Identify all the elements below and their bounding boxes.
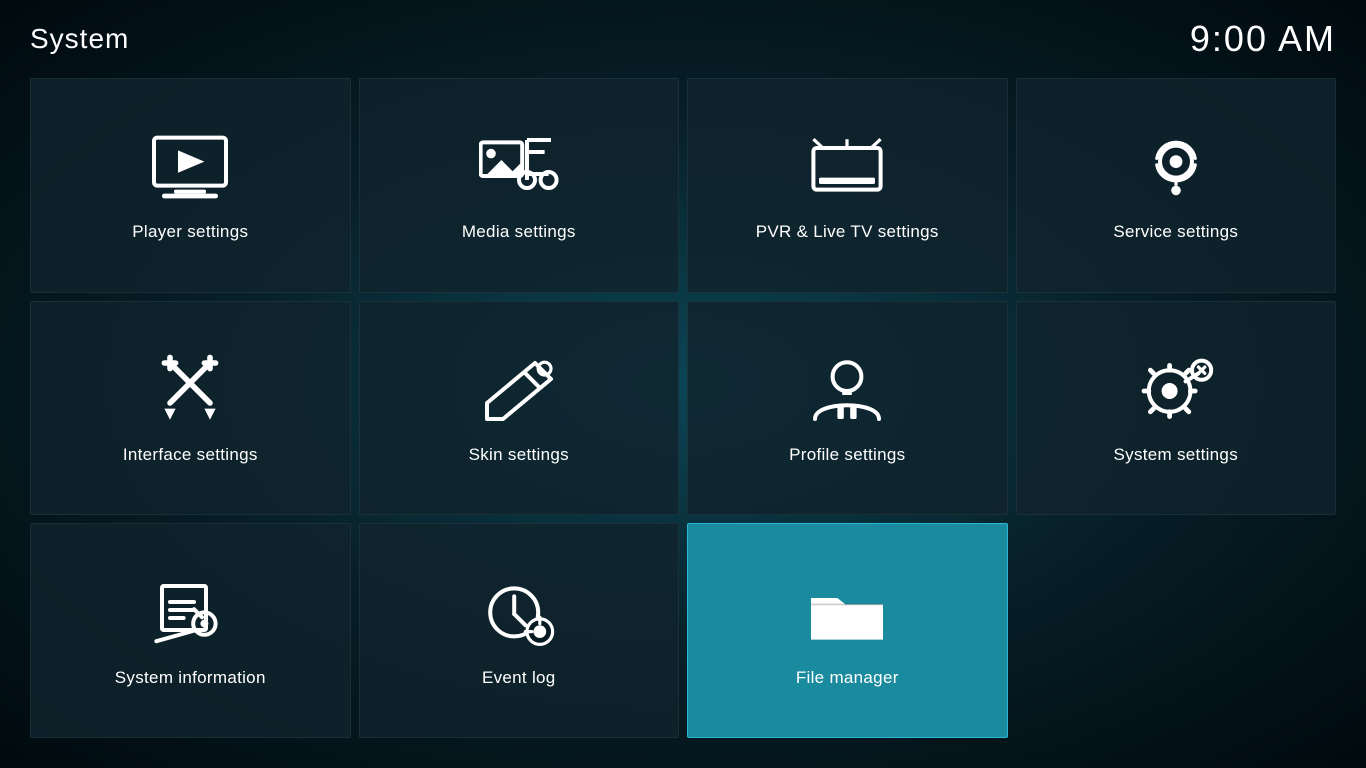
system-information[interactable]: System information: [30, 523, 351, 738]
skin-settings-label: Skin settings: [469, 445, 569, 465]
service-icon: [1136, 128, 1216, 208]
player-settings[interactable]: Player settings: [30, 78, 351, 293]
player-settings-label: Player settings: [132, 222, 248, 242]
service-settings[interactable]: Service settings: [1016, 78, 1337, 293]
media-icon: [479, 128, 559, 208]
eventlog-icon: [479, 574, 559, 654]
settings-grid: Player settings Media settings PVR & Liv…: [0, 70, 1366, 758]
interface-icon: [150, 351, 230, 431]
system-settings[interactable]: System settings: [1016, 301, 1337, 516]
filemanager-icon: [807, 574, 887, 654]
system-settings-label: System settings: [1114, 445, 1239, 465]
profile-icon: [807, 351, 887, 431]
interface-settings-label: Interface settings: [123, 445, 258, 465]
pvr-settings-label: PVR & Live TV settings: [756, 222, 939, 242]
skin-icon: [479, 351, 559, 431]
media-settings[interactable]: Media settings: [359, 78, 680, 293]
skin-settings[interactable]: Skin settings: [359, 301, 680, 516]
file-manager[interactable]: File manager: [687, 523, 1008, 738]
profile-settings[interactable]: Profile settings: [687, 301, 1008, 516]
pvr-settings[interactable]: PVR & Live TV settings: [687, 78, 1008, 293]
systemsettings-icon: [1136, 351, 1216, 431]
service-settings-label: Service settings: [1113, 222, 1238, 242]
interface-settings[interactable]: Interface settings: [30, 301, 351, 516]
player-icon: [150, 128, 230, 208]
sysinfo-icon: [150, 574, 230, 654]
event-log[interactable]: Event log: [359, 523, 680, 738]
profile-settings-label: Profile settings: [789, 445, 905, 465]
event-log-label: Event log: [482, 668, 556, 688]
media-settings-label: Media settings: [462, 222, 576, 242]
app-header: System 9:00 AM: [0, 0, 1366, 70]
page-title: System: [30, 23, 129, 55]
file-manager-label: File manager: [796, 668, 899, 688]
pvr-icon: [807, 128, 887, 208]
current-time: 9:00 AM: [1190, 18, 1336, 60]
system-information-label: System information: [115, 668, 266, 688]
